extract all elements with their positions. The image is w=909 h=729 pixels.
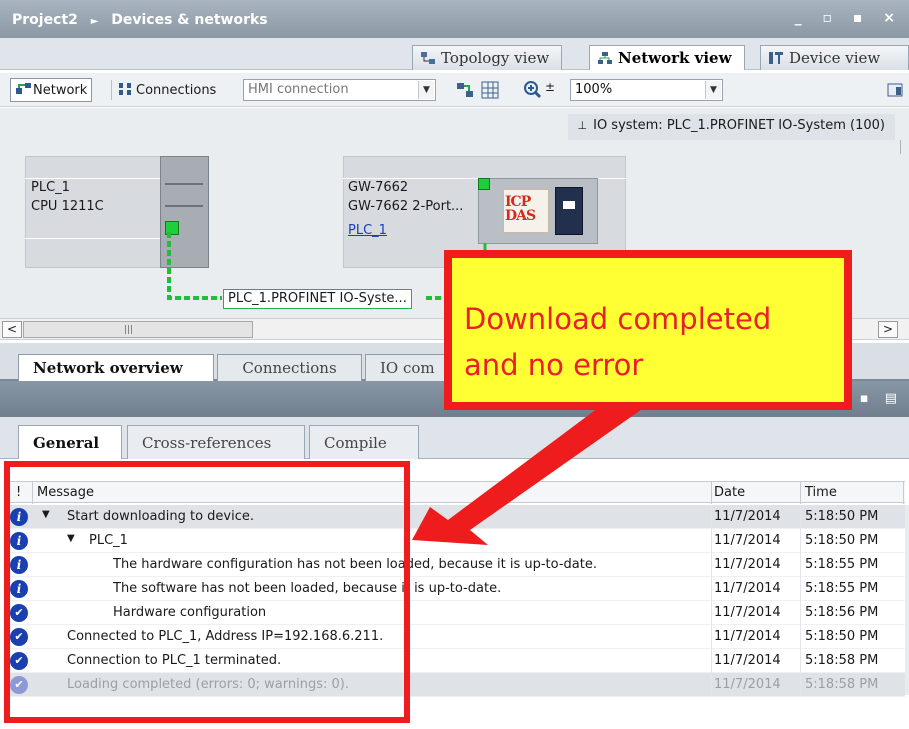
network-mode-icon: [15, 82, 33, 96]
annotation-text: Download completed and no error: [464, 296, 771, 388]
zoom-select[interactable]: 100% ▼: [570, 79, 723, 101]
message-time: 5:18:58 PM: [805, 677, 879, 692]
message-date: 11/7/2014: [714, 509, 781, 524]
annotation-highlight-box: [4, 461, 410, 723]
device-layout-icon[interactable]: [456, 81, 474, 99]
tab-device-view[interactable]: Device view: [760, 45, 909, 70]
annotation-line-2: and no error: [464, 348, 644, 382]
zoom-step-icon[interactable]: ±: [545, 80, 555, 94]
message-time: 5:18:58 PM: [805, 653, 879, 668]
message-date: 11/7/2014: [714, 629, 781, 644]
scroll-thumb[interactable]: |||: [23, 321, 253, 338]
scroll-right-button[interactable]: >: [878, 321, 898, 338]
window-title-bar: Project2 ► Devices & networks _ ▫ ▪ ×: [0, 0, 909, 38]
tab-cross-references[interactable]: Cross-references: [127, 425, 305, 459]
message-date: 11/7/2014: [714, 653, 781, 668]
annotation-callout: Download completed and no error: [444, 250, 852, 410]
inspector-tabs: General Cross-references Compile: [0, 417, 909, 459]
connection-type-select[interactable]: HMI connection ▼: [243, 79, 436, 101]
section-name[interactable]: Devices & networks: [111, 12, 267, 28]
col-time[interactable]: Time: [805, 485, 837, 500]
tab-connections[interactable]: Connections: [217, 354, 362, 381]
tab-compile[interactable]: Compile: [309, 425, 419, 459]
topology-icon: [421, 50, 435, 64]
col-separator: [800, 482, 801, 504]
tab-topology-view[interactable]: Topology view: [412, 45, 563, 70]
message-date: 11/7/2014: [714, 557, 781, 572]
window-title: Project2 ► Devices & networks: [12, 12, 268, 28]
network-icon: [598, 50, 612, 64]
profinet-subnet-label[interactable]: PLC_1.PROFINET IO-Syste...: [223, 289, 412, 309]
grid-icon[interactable]: [481, 81, 499, 99]
tab-network-overview[interactable]: Network overview: [18, 354, 214, 381]
message-time: 5:18:56 PM: [805, 605, 879, 620]
zoom-in-icon[interactable]: [523, 80, 543, 100]
message-date: 11/7/2014: [714, 677, 781, 692]
message-time: 5:18:50 PM: [805, 533, 879, 548]
breadcrumb-separator: ►: [90, 16, 99, 27]
message-date: 11/7/2014: [714, 533, 781, 548]
panel-toggle-icon[interactable]: [887, 82, 903, 98]
connections-icon: [118, 82, 136, 96]
device-icon: [769, 50, 783, 64]
tab-network-view[interactable]: Network view: [589, 45, 745, 70]
message-time: 5:18:50 PM: [805, 629, 879, 644]
connections-button[interactable]: Connections: [118, 82, 216, 98]
project-name[interactable]: Project2: [12, 12, 78, 28]
annotation-line-1: Download completed: [464, 302, 772, 336]
message-date: 11/7/2014: [714, 581, 781, 596]
network-button[interactable]: Network: [10, 78, 93, 102]
message-time: 5:18:55 PM: [805, 557, 879, 572]
col-date[interactable]: Date: [714, 485, 745, 500]
message-date: 11/7/2014: [714, 605, 781, 620]
message-time: 5:18:55 PM: [805, 581, 879, 596]
chevron-down-icon[interactable]: ▼: [705, 81, 721, 99]
chevron-down-icon[interactable]: ▼: [418, 81, 434, 99]
message-time: 5:18:50 PM: [805, 509, 879, 524]
window-controls[interactable]: _ ▫ ▪ ×: [795, 10, 903, 26]
col-separator: [903, 482, 904, 504]
toolbar-divider: [111, 80, 112, 100]
view-tabs: Topology view Network view Device view: [0, 38, 909, 70]
panel-layout-icon[interactable]: ▪ ▤: [860, 391, 903, 406]
col-separator: [711, 482, 712, 504]
network-toolbar: Network Connections HMI connection ▼ ± 1…: [0, 73, 909, 107]
messages-scrollbar[interactable]: [905, 505, 909, 695]
scroll-left-button[interactable]: <: [2, 321, 22, 338]
tab-general[interactable]: General: [18, 425, 122, 459]
